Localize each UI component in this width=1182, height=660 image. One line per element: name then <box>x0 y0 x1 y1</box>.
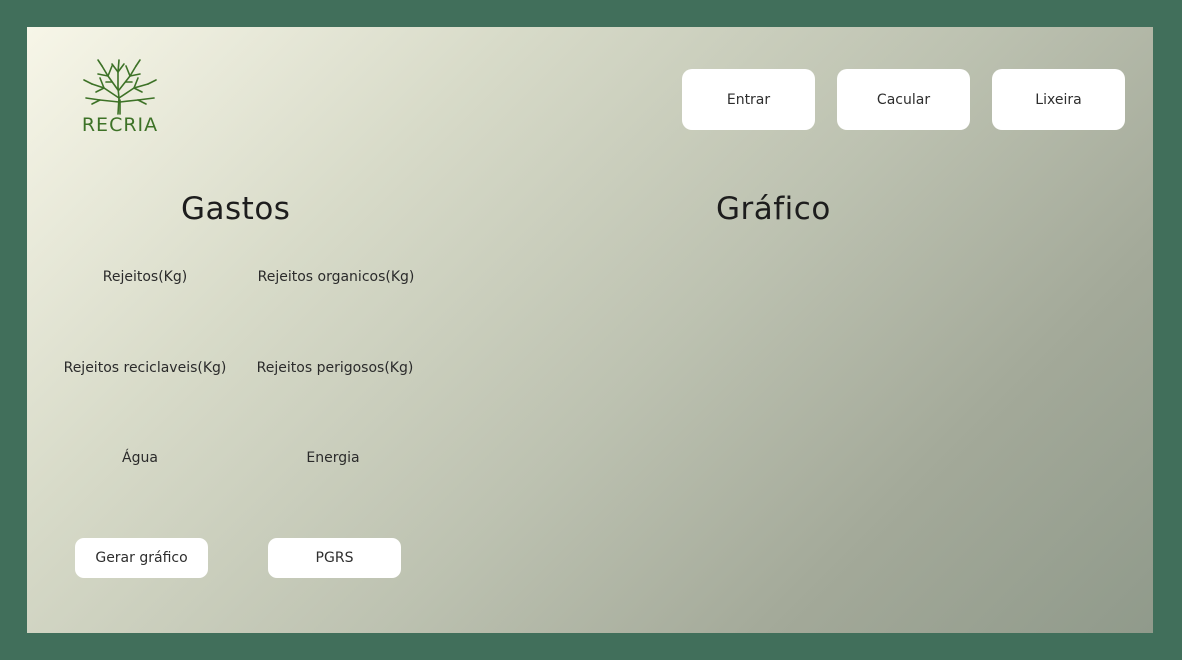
pgrs-button[interactable]: PGRS <box>268 538 401 578</box>
brand-name: RECRIA <box>81 114 159 136</box>
rejeitos-label: Rejeitos(Kg) <box>102 269 188 285</box>
chart-area <box>677 247 1127 607</box>
grafico-heading: Gráfico <box>716 191 831 227</box>
rejeitos-reciclaveis-label: Rejeitos reciclaveis(Kg) <box>63 360 227 376</box>
gastos-heading: Gastos <box>181 191 291 227</box>
lixeira-button[interactable]: Lixeira <box>992 69 1125 130</box>
recria-logo[interactable]: RECRIA <box>74 58 166 140</box>
tree-icon <box>83 59 157 115</box>
energia-label: Energia <box>306 450 360 466</box>
app-frame: RECRIA Entrar Cacular Lixeira Gastos Grá… <box>27 27 1153 633</box>
rejeitos-perigosos-label: Rejeitos perigosos(Kg) <box>256 360 414 376</box>
rejeitos-organicos-label: Rejeitos organicos(Kg) <box>257 269 415 285</box>
agua-label: Água <box>122 450 158 466</box>
entrar-button[interactable]: Entrar <box>682 69 815 130</box>
gerar-grafico-button[interactable]: Gerar gráfico <box>75 538 208 578</box>
calcular-button[interactable]: Cacular <box>837 69 970 130</box>
